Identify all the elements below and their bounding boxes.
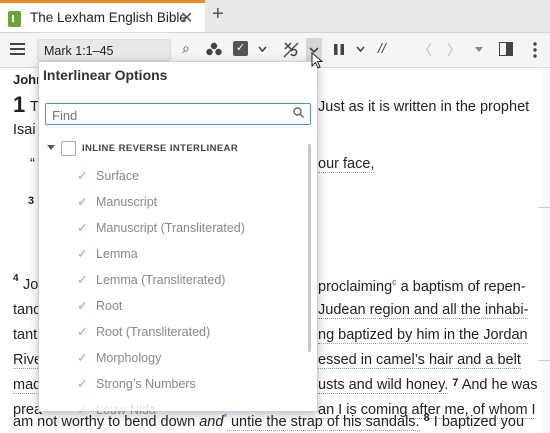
option-label: Surface xyxy=(96,169,140,183)
visual-filter-icon[interactable] xyxy=(206,42,222,56)
caret-down-icon[interactable] xyxy=(475,47,483,52)
pause-icon[interactable] xyxy=(333,43,345,56)
mouse-pointer-icon xyxy=(311,52,323,69)
option-label: Manuscript (Transliterated) xyxy=(96,221,245,235)
panel-layout-icon[interactable] xyxy=(499,42,513,56)
next-icon[interactable]: 〉 xyxy=(447,40,461,60)
checkmark-icon[interactable]: ✓ xyxy=(77,351,90,364)
more-options-icon[interactable] xyxy=(533,42,537,58)
verse-text: ng baptized by him in the Jordan xyxy=(318,327,528,344)
verse-text: essed in camel’s hair and a belt xyxy=(318,352,521,369)
bible-icon xyxy=(8,11,21,27)
search-icon xyxy=(293,107,304,118)
tab-bar: The Lexham English Bible ✕ + xyxy=(0,0,550,33)
list-fade xyxy=(39,397,307,411)
new-tab-button[interactable]: + xyxy=(212,3,224,26)
tab-title: The Lexham English Bible xyxy=(30,10,187,25)
verse-text: Judean region and all the inhabi- xyxy=(318,302,529,319)
chevron-down-icon[interactable] xyxy=(356,46,365,52)
previous-icon[interactable]: 〈 xyxy=(418,40,432,60)
checkmark-icon[interactable]: ✓ xyxy=(77,377,90,390)
tab-lexham-english-bible[interactable]: The Lexham English Bible ✕ xyxy=(0,0,205,32)
group-checkbox[interactable] xyxy=(61,141,76,156)
option-label: Manuscript xyxy=(96,195,158,209)
group-label: INLINE REVERSE INTERLINEAR xyxy=(82,143,239,154)
parallel-resources-icon[interactable]: // xyxy=(378,40,386,56)
checkmark-icon[interactable]: ✓ xyxy=(77,247,90,260)
chevron-down-icon[interactable] xyxy=(258,46,267,52)
verse-number: 4 xyxy=(13,273,19,284)
verse-text: usts and wild honey. 7 And he was xyxy=(318,377,538,394)
checkmark-icon[interactable]: ✓ xyxy=(77,299,90,312)
popup-title: Interlinear Options xyxy=(43,67,168,83)
chapter-number: 1 xyxy=(13,92,26,117)
option-label: Lemma xyxy=(96,247,138,261)
option-label: Strong’s Numbers xyxy=(96,377,196,391)
verse-text: “ xyxy=(30,156,35,172)
interlinear-icon[interactable] xyxy=(282,41,300,58)
interlinear-options-popup: Interlinear Options INLINE REVERSE INTER… xyxy=(38,61,318,417)
verse-text: proclaimingc a baptism of repen- xyxy=(318,277,526,295)
verse-text: tant xyxy=(13,327,38,343)
document-scrollbar[interactable] xyxy=(542,68,550,433)
verse-text: mad xyxy=(13,377,42,394)
option-label: Morphology xyxy=(96,351,162,365)
verse-text: our face, xyxy=(318,156,375,173)
checkmark-icon[interactable]: ✓ xyxy=(77,195,90,208)
verse-text: Isai xyxy=(13,122,36,138)
verse-number: 3 xyxy=(28,195,35,207)
checkmark-icon[interactable]: ✓ xyxy=(77,221,90,234)
search-icon[interactable]: ⌕ xyxy=(182,40,190,57)
option-label: Root xyxy=(96,299,123,313)
divider xyxy=(538,360,550,361)
reference-box[interactable]: Mark 1:1–45 xyxy=(37,39,171,61)
checkmark-icon[interactable]: ✓ xyxy=(77,325,90,338)
collapse-triangle-icon[interactable] xyxy=(47,145,55,150)
find-field[interactable] xyxy=(45,103,311,125)
close-tab-icon[interactable]: ✕ xyxy=(180,8,193,28)
option-label: Root (Transliterated) xyxy=(96,325,211,339)
option-label: Lemma (Transliterated) xyxy=(96,273,226,287)
popup-scrollbar[interactable] xyxy=(308,144,311,352)
divider xyxy=(538,207,550,208)
verse-text: Jo xyxy=(23,277,39,293)
verse-text: Just as it is written in the prophet xyxy=(318,99,530,115)
checkmark-icon[interactable]: ✓ xyxy=(77,273,90,286)
verse-text: tanc xyxy=(13,302,41,318)
menu-icon[interactable] xyxy=(10,43,25,56)
checkmark-icon[interactable]: ✓ xyxy=(77,169,90,182)
find-input[interactable] xyxy=(50,105,284,125)
highlight-check-icon[interactable]: ✓ xyxy=(233,41,248,56)
